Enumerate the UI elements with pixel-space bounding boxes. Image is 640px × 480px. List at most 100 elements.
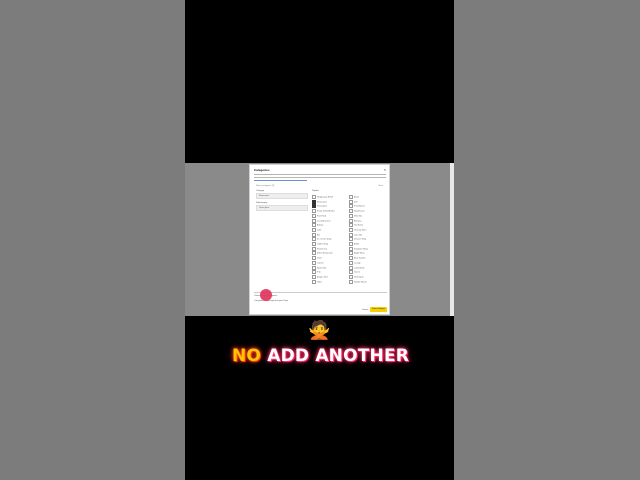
category-option[interactable]: Tea Room [349, 223, 383, 228]
category-option[interactable]: Coffee Shop [312, 242, 346, 246]
category-option[interactable]: Deli [349, 199, 383, 204]
category-option[interactable]: Restaurant [312, 199, 346, 204]
checkbox-icon[interactable] [349, 260, 353, 265]
category-option-label: Restaurant [317, 201, 327, 204]
checkbox-icon[interactable] [349, 223, 353, 228]
category-option-label: Fast Food [317, 215, 327, 218]
checkbox-icon[interactable] [349, 242, 353, 246]
popular-label: Popular [312, 190, 319, 192]
category-option[interactable]: Steakhouse [349, 209, 383, 214]
checkbox-icon[interactable] [349, 195, 353, 199]
category-option[interactable]: Food Stand [349, 204, 383, 209]
category-option[interactable]: Pasta & Noodle Bar [312, 209, 346, 214]
selected-categories-column: Category Restaurant Subcategory Pizza pl… [256, 190, 308, 214]
category-option-label: Wine Bar [354, 215, 363, 218]
category-option[interactable]: Bistro [349, 195, 383, 199]
category-option[interactable]: Caterer [312, 260, 346, 265]
checkbox-icon[interactable] [312, 199, 316, 204]
checkbox-icon[interactable] [312, 237, 316, 242]
category-option[interactable]: Sandwich Shop [349, 246, 383, 251]
checkbox-icon[interactable] [349, 237, 353, 242]
checkbox-icon[interactable] [312, 274, 316, 279]
cancel-button[interactable]: Cancel [362, 309, 368, 311]
category-option-label: Pizza place [317, 205, 328, 208]
checkbox-icon[interactable] [349, 213, 353, 218]
checkbox-icon[interactable] [312, 270, 316, 275]
checkbox-icon[interactable] [349, 246, 353, 251]
checkbox-icon[interactable] [312, 204, 316, 209]
category-option[interactable]: Diner [312, 256, 346, 261]
checkbox-icon[interactable] [312, 242, 316, 246]
category-option[interactable]: Buffet [349, 242, 383, 246]
category-option[interactable]: Fast Food [312, 213, 346, 218]
category-option[interactable]: Beer Garden [349, 256, 383, 261]
checkbox-icon[interactable] [312, 209, 316, 214]
save-button[interactable]: Save changes [370, 307, 387, 312]
checkbox-icon[interactable] [312, 223, 316, 228]
checkbox-icon[interactable] [312, 227, 316, 232]
category-option-label: Noodle House [354, 281, 367, 284]
checkbox-icon[interactable] [349, 209, 353, 214]
category-option[interactable]: Cocktail Bar [349, 265, 383, 270]
category-option[interactable]: Food Truck [312, 246, 346, 251]
category-option-label: Food Stand [354, 205, 365, 208]
category-option[interactable]: Italian Restaurant [312, 251, 346, 256]
category-option[interactable]: Bagel Shop [349, 251, 383, 256]
category-option[interactable]: Sports Bar [312, 265, 346, 270]
checkbox-icon[interactable] [349, 218, 353, 223]
checkbox-icon[interactable] [349, 251, 353, 256]
category-option[interactable]: Noodle House [349, 279, 383, 284]
category-option[interactable]: Brewery [349, 218, 383, 223]
checkbox-icon[interactable] [312, 232, 316, 237]
category-option[interactable]: Hotel [312, 279, 346, 284]
clear-button[interactable]: Clear [378, 185, 383, 187]
category-option[interactable]: Burger Joint [312, 274, 346, 279]
category-option-label: Sandwich Shop [354, 248, 368, 251]
category-option[interactable]: Pizza place [312, 204, 346, 209]
category-option[interactable]: Bakery [312, 223, 346, 228]
checkbox-icon[interactable] [312, 260, 316, 265]
checkbox-icon[interactable] [312, 213, 316, 218]
category-option[interactable]: Local Business [312, 218, 346, 223]
checkbox-icon[interactable] [349, 279, 353, 284]
category-option[interactable]: Pub [312, 270, 346, 275]
checkbox-icon[interactable] [349, 204, 353, 209]
category-option-label: Bakery [317, 224, 324, 227]
category-option[interactable]: Café [312, 227, 346, 232]
checkbox-icon[interactable] [349, 256, 353, 261]
footer-hint-secondary: Categories help people find your Page [254, 300, 289, 302]
category-option[interactable]: Dessert Shop [349, 237, 383, 242]
category-options-column: Popular Shopping & Retail Restaurant Pizza… [312, 190, 384, 284]
category-option-label: Tavern [354, 271, 361, 274]
category-option[interactable]: Shopping & Retail [312, 195, 346, 199]
checkbox-icon[interactable] [312, 265, 316, 270]
checkbox-icon[interactable] [312, 256, 316, 261]
category-option[interactable]: Wine Bar [349, 213, 383, 218]
selected-category-chip[interactable]: Restaurant [256, 193, 308, 199]
category-option[interactable]: Tavern [349, 270, 383, 275]
checkbox-icon[interactable] [349, 232, 353, 237]
category-option-label: Grocery Store [354, 229, 367, 232]
checkbox-icon[interactable] [312, 279, 316, 284]
checkbox-icon[interactable] [349, 270, 353, 275]
category-option[interactable]: Ice Cream Shop [312, 237, 346, 242]
category-option-label: Caterer [317, 262, 324, 265]
category-option[interactable]: Bar [312, 232, 346, 237]
checkbox-icon[interactable] [312, 195, 316, 199]
category-option-label: Local Business [317, 220, 331, 223]
category-option[interactable]: Gastropub [349, 274, 383, 279]
category-option[interactable]: Lounge [349, 260, 383, 265]
checkbox-icon[interactable] [349, 227, 353, 232]
left-letterbox [0, 0, 185, 480]
checkbox-icon[interactable] [312, 246, 316, 251]
checkbox-icon[interactable] [349, 265, 353, 270]
category-option[interactable]: Juice Bar [349, 232, 383, 237]
category-option[interactable]: Grocery Store [349, 227, 383, 232]
checkbox-icon[interactable] [349, 274, 353, 279]
checkbox-icon[interactable] [312, 251, 316, 256]
close-icon[interactable]: × [384, 167, 386, 172]
checkbox-icon[interactable] [349, 199, 353, 204]
selected-subcategory-chip[interactable]: Pizza place [256, 205, 308, 211]
checkbox-icon[interactable] [312, 218, 316, 223]
caption-no: NO [232, 346, 262, 366]
